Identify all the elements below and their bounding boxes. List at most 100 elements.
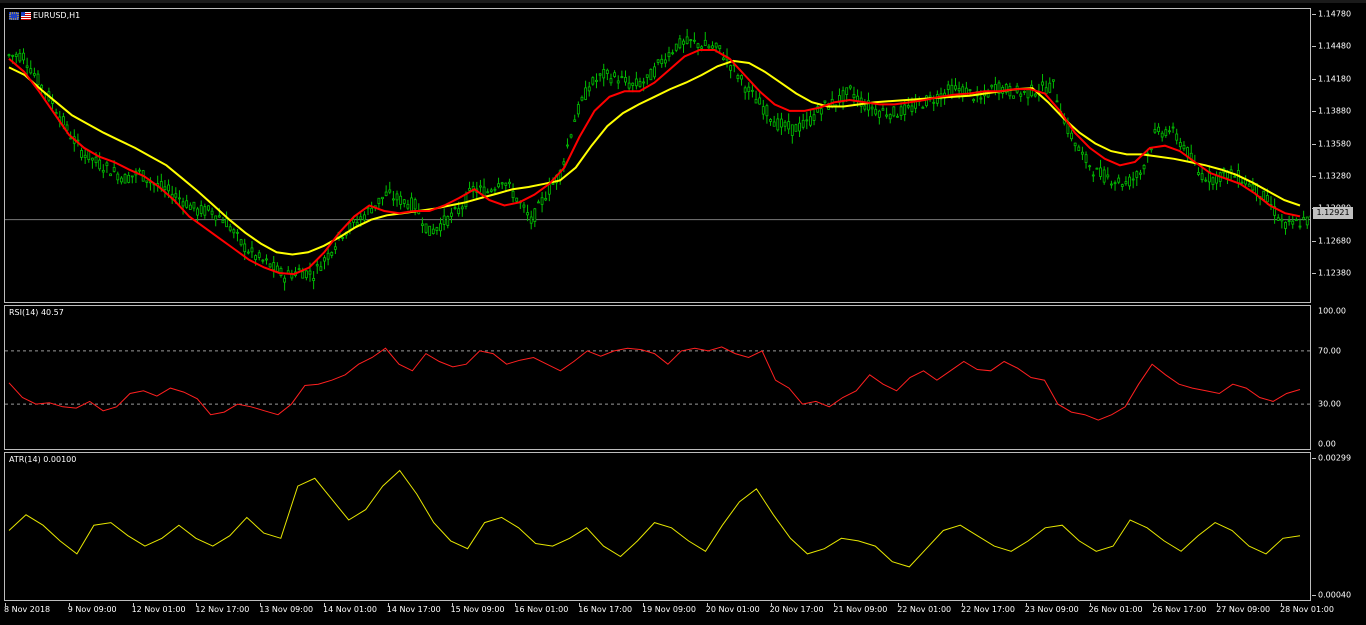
candle	[134, 168, 138, 183]
rsi-axis-label: 30.00	[1318, 399, 1341, 409]
candle	[667, 46, 671, 62]
candle	[780, 112, 783, 135]
candle	[489, 187, 493, 193]
price-axis-label: 1.13580	[1318, 139, 1352, 148]
candle	[1142, 164, 1146, 175]
candle	[584, 80, 587, 101]
candle	[101, 164, 105, 179]
candle	[388, 181, 392, 195]
candle	[36, 70, 40, 87]
price-plot[interactable]	[5, 9, 1310, 302]
candle	[899, 102, 903, 121]
candle	[116, 171, 120, 185]
atr-axis-tick	[1312, 595, 1316, 596]
candle	[602, 63, 606, 87]
candle	[1124, 176, 1128, 186]
candle	[1139, 169, 1142, 180]
candle	[598, 73, 602, 82]
candle	[1102, 166, 1106, 185]
candle	[265, 254, 268, 265]
atr-axis-tick	[1312, 458, 1316, 459]
candle	[758, 92, 762, 105]
candle	[653, 62, 656, 80]
candle	[1164, 126, 1168, 138]
candle	[892, 105, 896, 118]
price-axis-tick	[1312, 78, 1316, 80]
candle	[805, 111, 809, 130]
candle	[1200, 168, 1204, 183]
candle	[1131, 171, 1135, 189]
price-axis-tick	[1312, 14, 1316, 15]
candle	[682, 38, 685, 53]
candle	[442, 208, 446, 231]
candle	[885, 107, 888, 119]
candle	[1106, 167, 1110, 180]
candle	[80, 147, 83, 161]
time-axis-label: 9 Nov 09:00	[67, 605, 117, 614]
candle	[279, 266, 283, 278]
candle	[1041, 74, 1044, 92]
price-axis-tick	[1312, 273, 1316, 274]
candle	[809, 110, 812, 128]
atr-pane[interactable]: ATR(14) 0.00100	[4, 452, 1311, 601]
candle	[105, 160, 109, 173]
candle	[290, 269, 294, 281]
candle	[1197, 167, 1200, 177]
candle	[504, 182, 508, 191]
candle	[1291, 215, 1295, 229]
candle	[1276, 214, 1280, 222]
candle	[1160, 130, 1164, 142]
rsi-pane[interactable]: RSI(14) 40.57	[4, 305, 1311, 450]
candle	[381, 196, 384, 206]
candle	[867, 92, 870, 117]
candle	[609, 73, 613, 86]
candle	[627, 75, 631, 91]
price-axis-label: 1.13880	[1318, 106, 1352, 116]
candle	[537, 199, 540, 204]
price-axis-tick	[1312, 111, 1316, 113]
candle	[1012, 95, 1015, 99]
current-price-tag: 1.12921	[1313, 207, 1353, 219]
candle	[315, 259, 319, 274]
candle	[765, 103, 769, 124]
candle	[1113, 180, 1117, 191]
candle	[402, 198, 406, 208]
candle	[812, 110, 816, 126]
candle	[185, 194, 189, 209]
price-chart-pane[interactable]: EURUSD,H1	[4, 8, 1311, 303]
time-axis: 8 Nov 2018 9 Nov 09:00 12 Nov 01:00 12 Nov …	[0, 603, 1366, 625]
candle	[120, 176, 123, 185]
candle	[1022, 90, 1026, 96]
candle	[257, 249, 261, 261]
candle	[1182, 141, 1186, 152]
candle	[801, 113, 805, 130]
atr-plot[interactable]	[5, 453, 1310, 600]
candle	[156, 175, 160, 192]
rsi-axis-label: 70.00	[1318, 346, 1341, 356]
candle	[544, 191, 548, 202]
candle	[83, 149, 87, 165]
candle	[1091, 171, 1095, 183]
candle	[326, 247, 330, 266]
candle	[649, 68, 653, 81]
candle	[769, 118, 772, 126]
candle	[377, 197, 381, 208]
candle	[1120, 183, 1124, 191]
rsi-plot[interactable]	[5, 306, 1310, 449]
candle	[1168, 125, 1171, 135]
candle	[1218, 171, 1222, 187]
candle	[297, 264, 301, 271]
candle	[1247, 182, 1251, 187]
candle	[508, 178, 511, 189]
candle	[1070, 130, 1073, 142]
candle	[32, 67, 36, 78]
candle	[671, 49, 675, 56]
candle	[22, 48, 25, 65]
candle	[634, 71, 638, 90]
rsi-line	[8, 346, 1301, 421]
time-axis-label: 14 Nov 01:00	[323, 605, 377, 614]
time-axis-label: 22 Nov 01:00	[897, 605, 952, 614]
price-axis-label: 1.14780	[1318, 9, 1352, 19]
candle	[203, 203, 207, 219]
candle	[1222, 167, 1226, 179]
